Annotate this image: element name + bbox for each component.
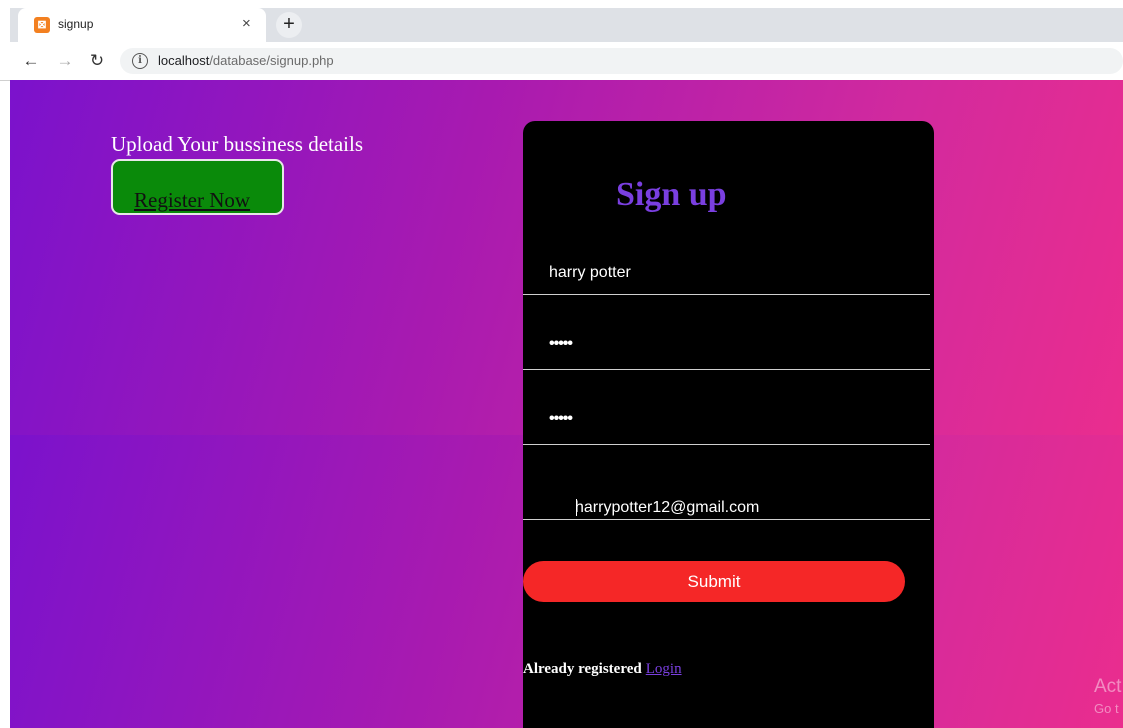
submit-label: Submit <box>687 572 741 591</box>
confirm-password-field[interactable]: ••••• <box>523 404 930 445</box>
tab-title: signup <box>58 17 94 31</box>
reload-icon[interactable]: ↻ <box>86 50 108 72</box>
url-path: /database/signup.php <box>209 53 334 68</box>
url-text[interactable]: localhost/database/signup.php <box>158 53 334 68</box>
password-value: ••••• <box>549 335 573 352</box>
activation-watermark: Act Go t <box>1094 676 1121 720</box>
arrow-right-icon[interactable]: → <box>54 50 76 72</box>
url-host: localhost <box>158 53 210 68</box>
submit-button[interactable]: Submit <box>523 561 905 602</box>
watermark-line2: Go t <box>1094 701 1119 716</box>
xampp-icon: ⊠ <box>34 17 50 33</box>
watermark-line1: Act <box>1094 676 1122 697</box>
email-field[interactable]: harrypotter12@gmail.com <box>523 479 930 520</box>
info-icon[interactable]: i <box>132 53 148 69</box>
text-caret <box>576 499 577 516</box>
arrow-left-icon[interactable]: ← <box>20 50 42 72</box>
email-value: harrypotter12@gmail.com <box>575 499 760 516</box>
confirm-password-value: ••••• <box>549 410 573 427</box>
signup-card: Sign up harry potter ••••• ••••• harrypo… <box>523 121 934 728</box>
url-field[interactable]: i localhost/database/signup.php <box>120 48 1123 74</box>
register-now-label: Register Now <box>134 188 251 212</box>
new-tab-button[interactable]: + <box>276 12 302 38</box>
name-field[interactable]: harry potter <box>523 254 930 295</box>
name-value: harry potter <box>549 264 631 281</box>
login-link[interactable]: Login <box>646 661 682 677</box>
address-bar: ← → ↻ i localhost/database/signup.php <box>0 42 1123 81</box>
tab-close-icon[interactable]: × <box>242 15 251 32</box>
page-content: Upload Your bussiness details Register N… <box>10 80 1123 728</box>
already-registered-label: Already registered <box>523 661 642 677</box>
browser-tab[interactable]: ⊠ signup × <box>18 8 266 42</box>
already-registered-text: Already registered Login <box>523 661 682 678</box>
password-field[interactable]: ••••• <box>523 329 930 370</box>
signup-title: Sign up <box>616 176 727 213</box>
register-now-button[interactable]: Register Now <box>111 159 284 215</box>
browser-tab-bar: ⊠ signup × + <box>0 0 1123 42</box>
upload-business-text: Upload Your bussiness details <box>111 132 364 156</box>
